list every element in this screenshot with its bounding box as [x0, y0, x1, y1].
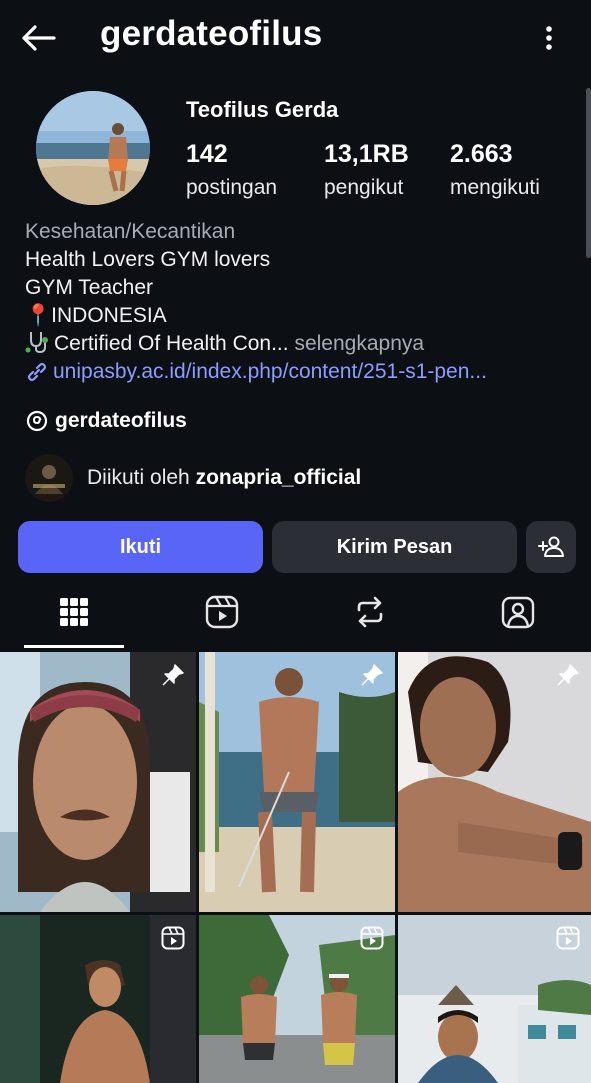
more-options-icon [546, 26, 552, 50]
post-thumbnail[interactable] [199, 915, 395, 1083]
reels-icon [205, 595, 239, 629]
profile-full-name: Teofilus Gerda [186, 97, 339, 122]
profile-bio: Kesehatan/Kecantikan Health Lovers GYM l… [25, 218, 585, 386]
posts-grid [0, 652, 591, 1083]
see-more-link[interactable]: selengkapnya [294, 332, 424, 355]
pin-icon [160, 662, 186, 688]
following-count-label: mengikuti [450, 176, 540, 199]
profile-category: Kesehatan/Kecantikan [25, 220, 236, 243]
post-thumbnail[interactable] [398, 652, 591, 912]
repost-icon [357, 596, 383, 628]
back-arrow-icon [22, 25, 56, 51]
bio-link-text: unipasby.ac.id/index.php/content/251-s1-… [53, 360, 487, 383]
posts-count[interactable]: 142 postingan [186, 140, 277, 200]
options-button[interactable] [537, 20, 561, 56]
posts-count-value: 142 [186, 140, 228, 168]
followed-by[interactable]: Diikuti oleh zonapria_official [25, 454, 361, 502]
bio-line-2: GYM Teacher [25, 276, 153, 299]
top-bar: gerdateofilus [0, 0, 591, 76]
bio-line-4: Certified Of Health Con... selengkapnya [25, 330, 585, 358]
post-thumbnail[interactable] [398, 915, 591, 1083]
bio-line-1: Health Lovers GYM lovers [25, 248, 271, 271]
profile-tabs [0, 588, 591, 648]
post-thumbnail[interactable] [0, 652, 196, 912]
followers-count-label: pengikut [324, 176, 404, 199]
reel-icon [359, 925, 385, 951]
posts-count-label: postingan [186, 176, 278, 199]
back-button[interactable] [16, 18, 60, 58]
scrollbar[interactable] [586, 88, 591, 258]
tab-reels[interactable] [172, 588, 272, 636]
profile-username: gerdateofilus [100, 14, 323, 53]
add-person-icon [538, 536, 564, 557]
tab-reposts[interactable] [320, 588, 420, 636]
followers-count-value: 13,1RB [324, 140, 409, 168]
following-count[interactable]: 2.663 mengikuti [450, 140, 540, 200]
tab-tagged[interactable] [468, 588, 568, 636]
profile-avatar[interactable] [36, 91, 150, 205]
link-icon [27, 362, 47, 382]
bio-line-4-text: Certified Of Health Con... [54, 332, 289, 355]
followed-by-name: zonapria_official [195, 466, 362, 489]
reel-icon [555, 925, 581, 951]
bio-link[interactable]: unipasby.ac.id/index.php/content/251-s1-… [25, 358, 585, 386]
follower-avatar [25, 454, 73, 502]
post-thumbnail[interactable] [199, 652, 395, 912]
reel-icon [160, 925, 186, 951]
message-button[interactable]: Kirim Pesan [272, 521, 517, 573]
threads-badge[interactable]: gerdateofilus [25, 409, 187, 433]
followers-count[interactable]: 13,1RB pengikut [324, 140, 409, 200]
threads-icon [26, 410, 48, 432]
threads-handle: gerdateofilus [55, 409, 187, 432]
pin-icon [359, 662, 385, 688]
suggested-users-button[interactable] [526, 521, 576, 573]
tagged-icon [501, 596, 535, 629]
bio-line-3: 📍INDONESIA [25, 304, 167, 327]
active-tab-indicator [24, 645, 124, 648]
stethoscope-icon [25, 332, 48, 354]
follow-button[interactable]: Ikuti [18, 521, 263, 573]
pin-icon [555, 662, 581, 688]
followed-by-prefix: Diikuti oleh [87, 466, 190, 489]
post-thumbnail[interactable] [0, 915, 196, 1083]
grid-icon [60, 598, 88, 626]
tab-grid[interactable] [24, 588, 124, 636]
following-count-value: 2.663 [450, 140, 513, 168]
